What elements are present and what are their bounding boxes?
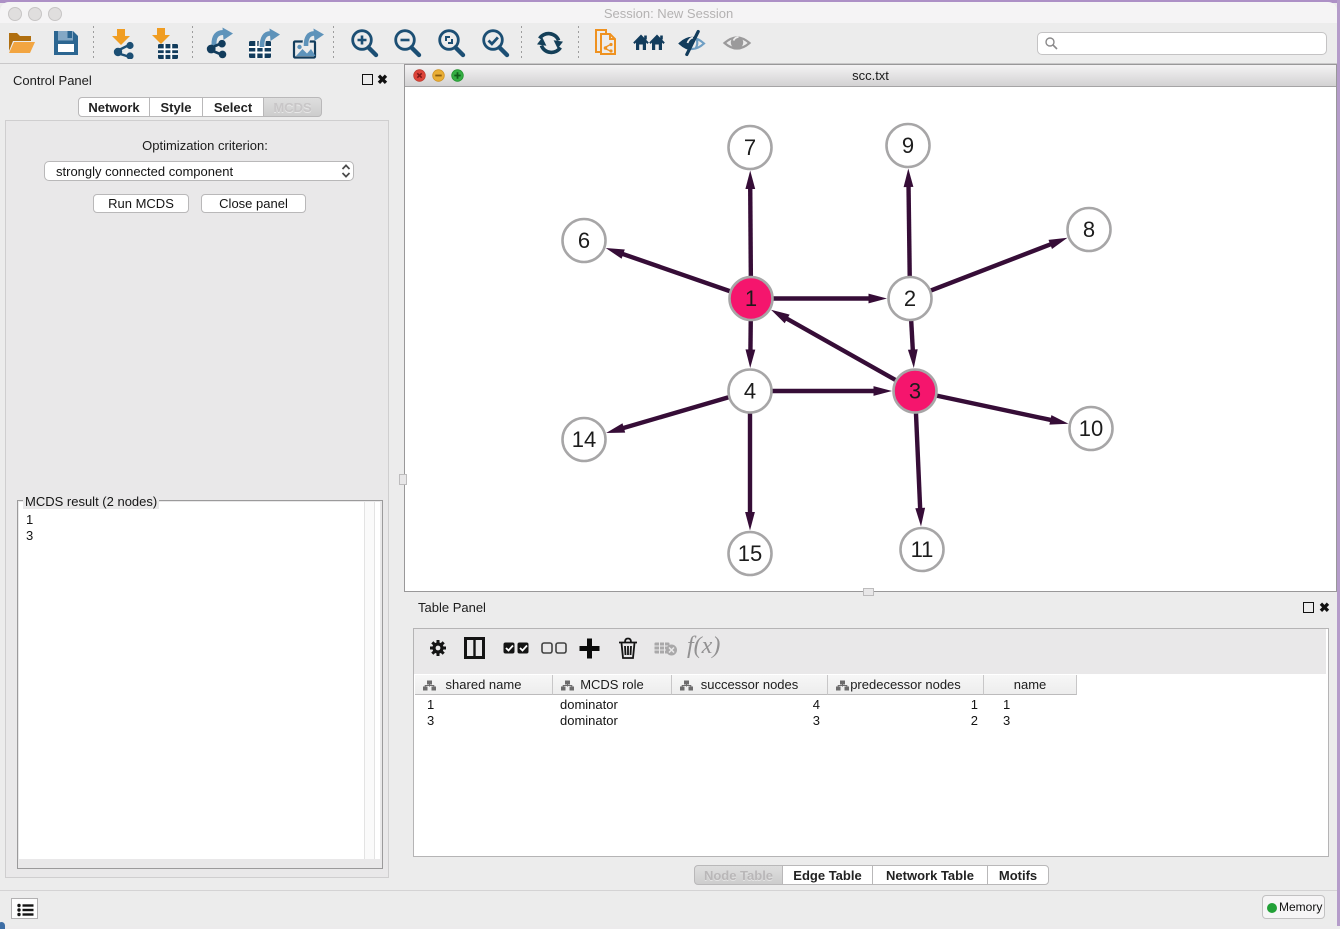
svg-text:10: 10 bbox=[1079, 416, 1103, 441]
svg-text:8: 8 bbox=[1083, 217, 1095, 242]
svg-text:15: 15 bbox=[738, 541, 762, 566]
svg-text:4: 4 bbox=[744, 379, 756, 404]
svg-text:14: 14 bbox=[572, 427, 596, 452]
svg-text:2: 2 bbox=[904, 286, 916, 311]
svg-text:9: 9 bbox=[902, 133, 914, 158]
svg-text:6: 6 bbox=[578, 228, 590, 253]
svg-text:11: 11 bbox=[911, 537, 934, 562]
svg-text:1: 1 bbox=[745, 286, 757, 311]
svg-text:7: 7 bbox=[744, 135, 756, 160]
svg-text:3: 3 bbox=[909, 379, 921, 404]
